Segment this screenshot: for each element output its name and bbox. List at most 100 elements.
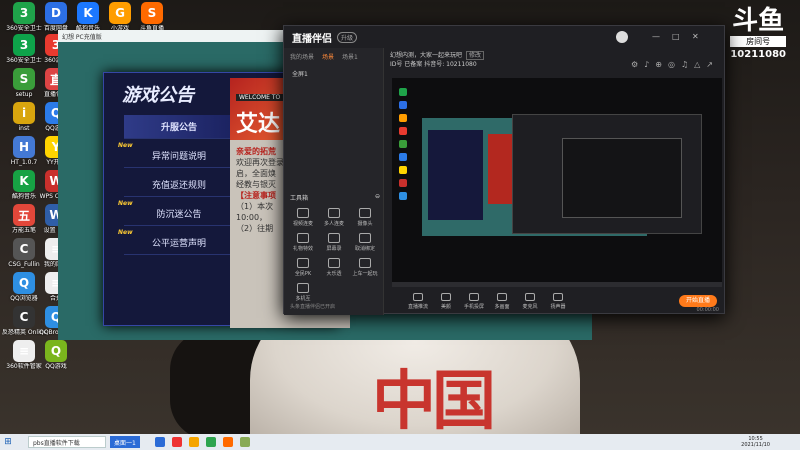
- control-button[interactable]: 扬声器: [544, 293, 572, 310]
- toolbox-tool[interactable]: 多机互: [288, 283, 318, 302]
- announcement-item[interactable]: New 公平运营声明: [118, 229, 234, 255]
- toolbox-tool[interactable]: 礼物特效: [288, 233, 318, 252]
- tab-scene[interactable]: 场景: [322, 52, 334, 61]
- tool-icon: [328, 233, 340, 243]
- toolbox-tool[interactable]: 多人连麦: [319, 208, 349, 227]
- toolbox-tool[interactable]: 全民PK: [288, 258, 318, 277]
- start-live-button[interactable]: 开始直播: [679, 295, 717, 307]
- streamer-app-window[interactable]: 直播伴侣 升级 — □ ✕ 我的场景 场景 场景1 全屏1 工具箱 ⊖ 视频连麦…: [283, 25, 725, 315]
- taskbar-app-icon[interactable]: [205, 437, 216, 447]
- control-button[interactable]: 美颜: [432, 293, 460, 310]
- announcement-item[interactable]: New 异常问题说明: [118, 142, 234, 168]
- app-icon: S: [141, 2, 163, 24]
- upgrade-badge[interactable]: 升级: [337, 31, 358, 43]
- app-logo: 直播伴侣: [292, 33, 332, 45]
- tab-my-scenes[interactable]: 我的场景: [290, 52, 314, 61]
- control-button[interactable]: 多画面: [488, 293, 516, 310]
- toolbox-tool[interactable]: 摄像头: [350, 208, 380, 227]
- control-button[interactable]: 麦克风: [516, 293, 544, 310]
- app-icon: ≡: [13, 340, 35, 362]
- tool-label: 视频连麦: [292, 221, 313, 227]
- toolbox-tool[interactable]: 视频连麦: [288, 208, 318, 227]
- top-toolbar: ⚙♪⊕◎♫△↗: [631, 60, 719, 69]
- toolbox-expand-icon[interactable]: ⊖: [375, 193, 380, 202]
- desktop-icon[interactable]: S 斗鱼直播: [130, 2, 174, 32]
- app-icon: 五: [13, 204, 35, 226]
- tab-scene-1[interactable]: 场景1: [342, 52, 358, 61]
- control-icon: [441, 293, 451, 301]
- tool-icon: [359, 233, 371, 243]
- announcement-item[interactable]: New 防沉迷公告: [118, 200, 234, 226]
- app-icon: C: [13, 238, 35, 260]
- toolbar-icon[interactable]: ⊕: [655, 60, 668, 69]
- taskbar-app-icon[interactable]: [154, 437, 165, 447]
- stream-preview[interactable]: [392, 78, 722, 282]
- taskbar-app-icon[interactable]: [188, 437, 199, 447]
- system-clock[interactable]: 10:55 2021/11/10: [741, 436, 770, 448]
- toolbar-icon[interactable]: ♫: [681, 60, 694, 69]
- preview-announcement-panel: [428, 130, 483, 220]
- new-badge: New: [118, 142, 133, 149]
- tool-label: 全民PK: [294, 271, 312, 277]
- control-label: 手机投屏: [463, 304, 484, 310]
- announcement-item-label: 充值返还规则: [151, 181, 206, 191]
- announcement-item-label: 公平运营声明: [151, 239, 206, 249]
- close-button[interactable]: ✕: [692, 32, 699, 41]
- toolbar-icon[interactable]: ◎: [668, 60, 681, 69]
- watermark-logo: 斗鱼: [732, 6, 785, 36]
- banner-title: 艾达: [236, 112, 281, 137]
- control-label: 扬声器: [550, 304, 566, 310]
- announcement-item[interactable]: 充值返还规则: [124, 173, 234, 197]
- toolbox-tool[interactable]: 上车一起玩: [350, 258, 380, 277]
- announcement-item[interactable]: 升服公告: [124, 115, 234, 139]
- preview-banner: [488, 134, 512, 204]
- banner-welcome-text: WELCOME TO: [236, 94, 284, 101]
- tool-label: 多人连麦: [323, 221, 344, 227]
- maximize-button[interactable]: □: [672, 32, 680, 41]
- toolbar-icon[interactable]: ⚙: [631, 60, 644, 69]
- toolbox-tool[interactable]: 大乐透: [319, 258, 349, 277]
- toolbar-icon[interactable]: ♪: [644, 60, 655, 69]
- control-label: 麦克风: [522, 304, 538, 310]
- announcement-item-label: 防沉迷公告: [156, 210, 202, 220]
- tool-icon: [297, 283, 309, 293]
- tool-icon: [359, 258, 371, 268]
- tool-label: 上车一起玩: [352, 271, 378, 277]
- windows-start-icon[interactable]: ⊞: [0, 434, 16, 450]
- control-label: 美颜: [440, 304, 451, 310]
- toolbox-tool[interactable]: 屏幕录: [319, 233, 349, 252]
- toolbox-tool[interactable]: 取消绑定: [350, 233, 380, 252]
- scene-item[interactable]: 全屏1: [284, 65, 383, 82]
- taskbar-search-input[interactable]: pbs直播软件下载: [28, 436, 106, 448]
- toolbox-header: 工具箱 ⊖: [290, 193, 380, 202]
- taskbar-app-icon[interactable]: [171, 437, 182, 447]
- taskbar-app-icon[interactable]: [222, 437, 233, 447]
- game-window-title: 幻想 PC充值版: [62, 33, 102, 41]
- control-button[interactable]: 手机投屏: [460, 293, 488, 310]
- app-icon: Q: [45, 340, 67, 362]
- app-icon: K: [77, 2, 99, 24]
- new-badge: New: [118, 200, 133, 207]
- tool-icon: [297, 208, 309, 218]
- tool-icon: [297, 233, 309, 243]
- avatar[interactable]: [616, 31, 628, 43]
- toolbar-icon[interactable]: △: [694, 60, 706, 69]
- app-icon: 3: [13, 34, 35, 56]
- control-label: 直播推流: [407, 304, 428, 310]
- announcement-title: 游戏公告: [122, 85, 194, 106]
- scene-tabs: 我的场景 场景 场景1: [284, 48, 383, 65]
- app-icon: H: [13, 136, 35, 158]
- shirt-print: 中国: [372, 364, 496, 434]
- taskbar-app-icon[interactable]: [239, 437, 250, 447]
- bottom-controls: 直播推流 美颜 手机投屏 多画面 麦克风 扬声器: [384, 288, 725, 315]
- preview-desktop-icons: [396, 88, 410, 205]
- minimize-button[interactable]: —: [652, 32, 660, 41]
- desktop-icon[interactable]: Q QQ游戏: [34, 340, 78, 370]
- taskbar-active-task[interactable]: 桌面一1: [110, 436, 140, 448]
- tool-label: 大乐透: [326, 271, 342, 277]
- toolbar-icon[interactable]: ↗: [706, 60, 719, 69]
- control-icon: [413, 293, 423, 301]
- edit-title-button[interactable]: 修改: [466, 51, 485, 60]
- app-icon: i: [13, 102, 35, 124]
- control-button[interactable]: 直播推流: [404, 293, 432, 310]
